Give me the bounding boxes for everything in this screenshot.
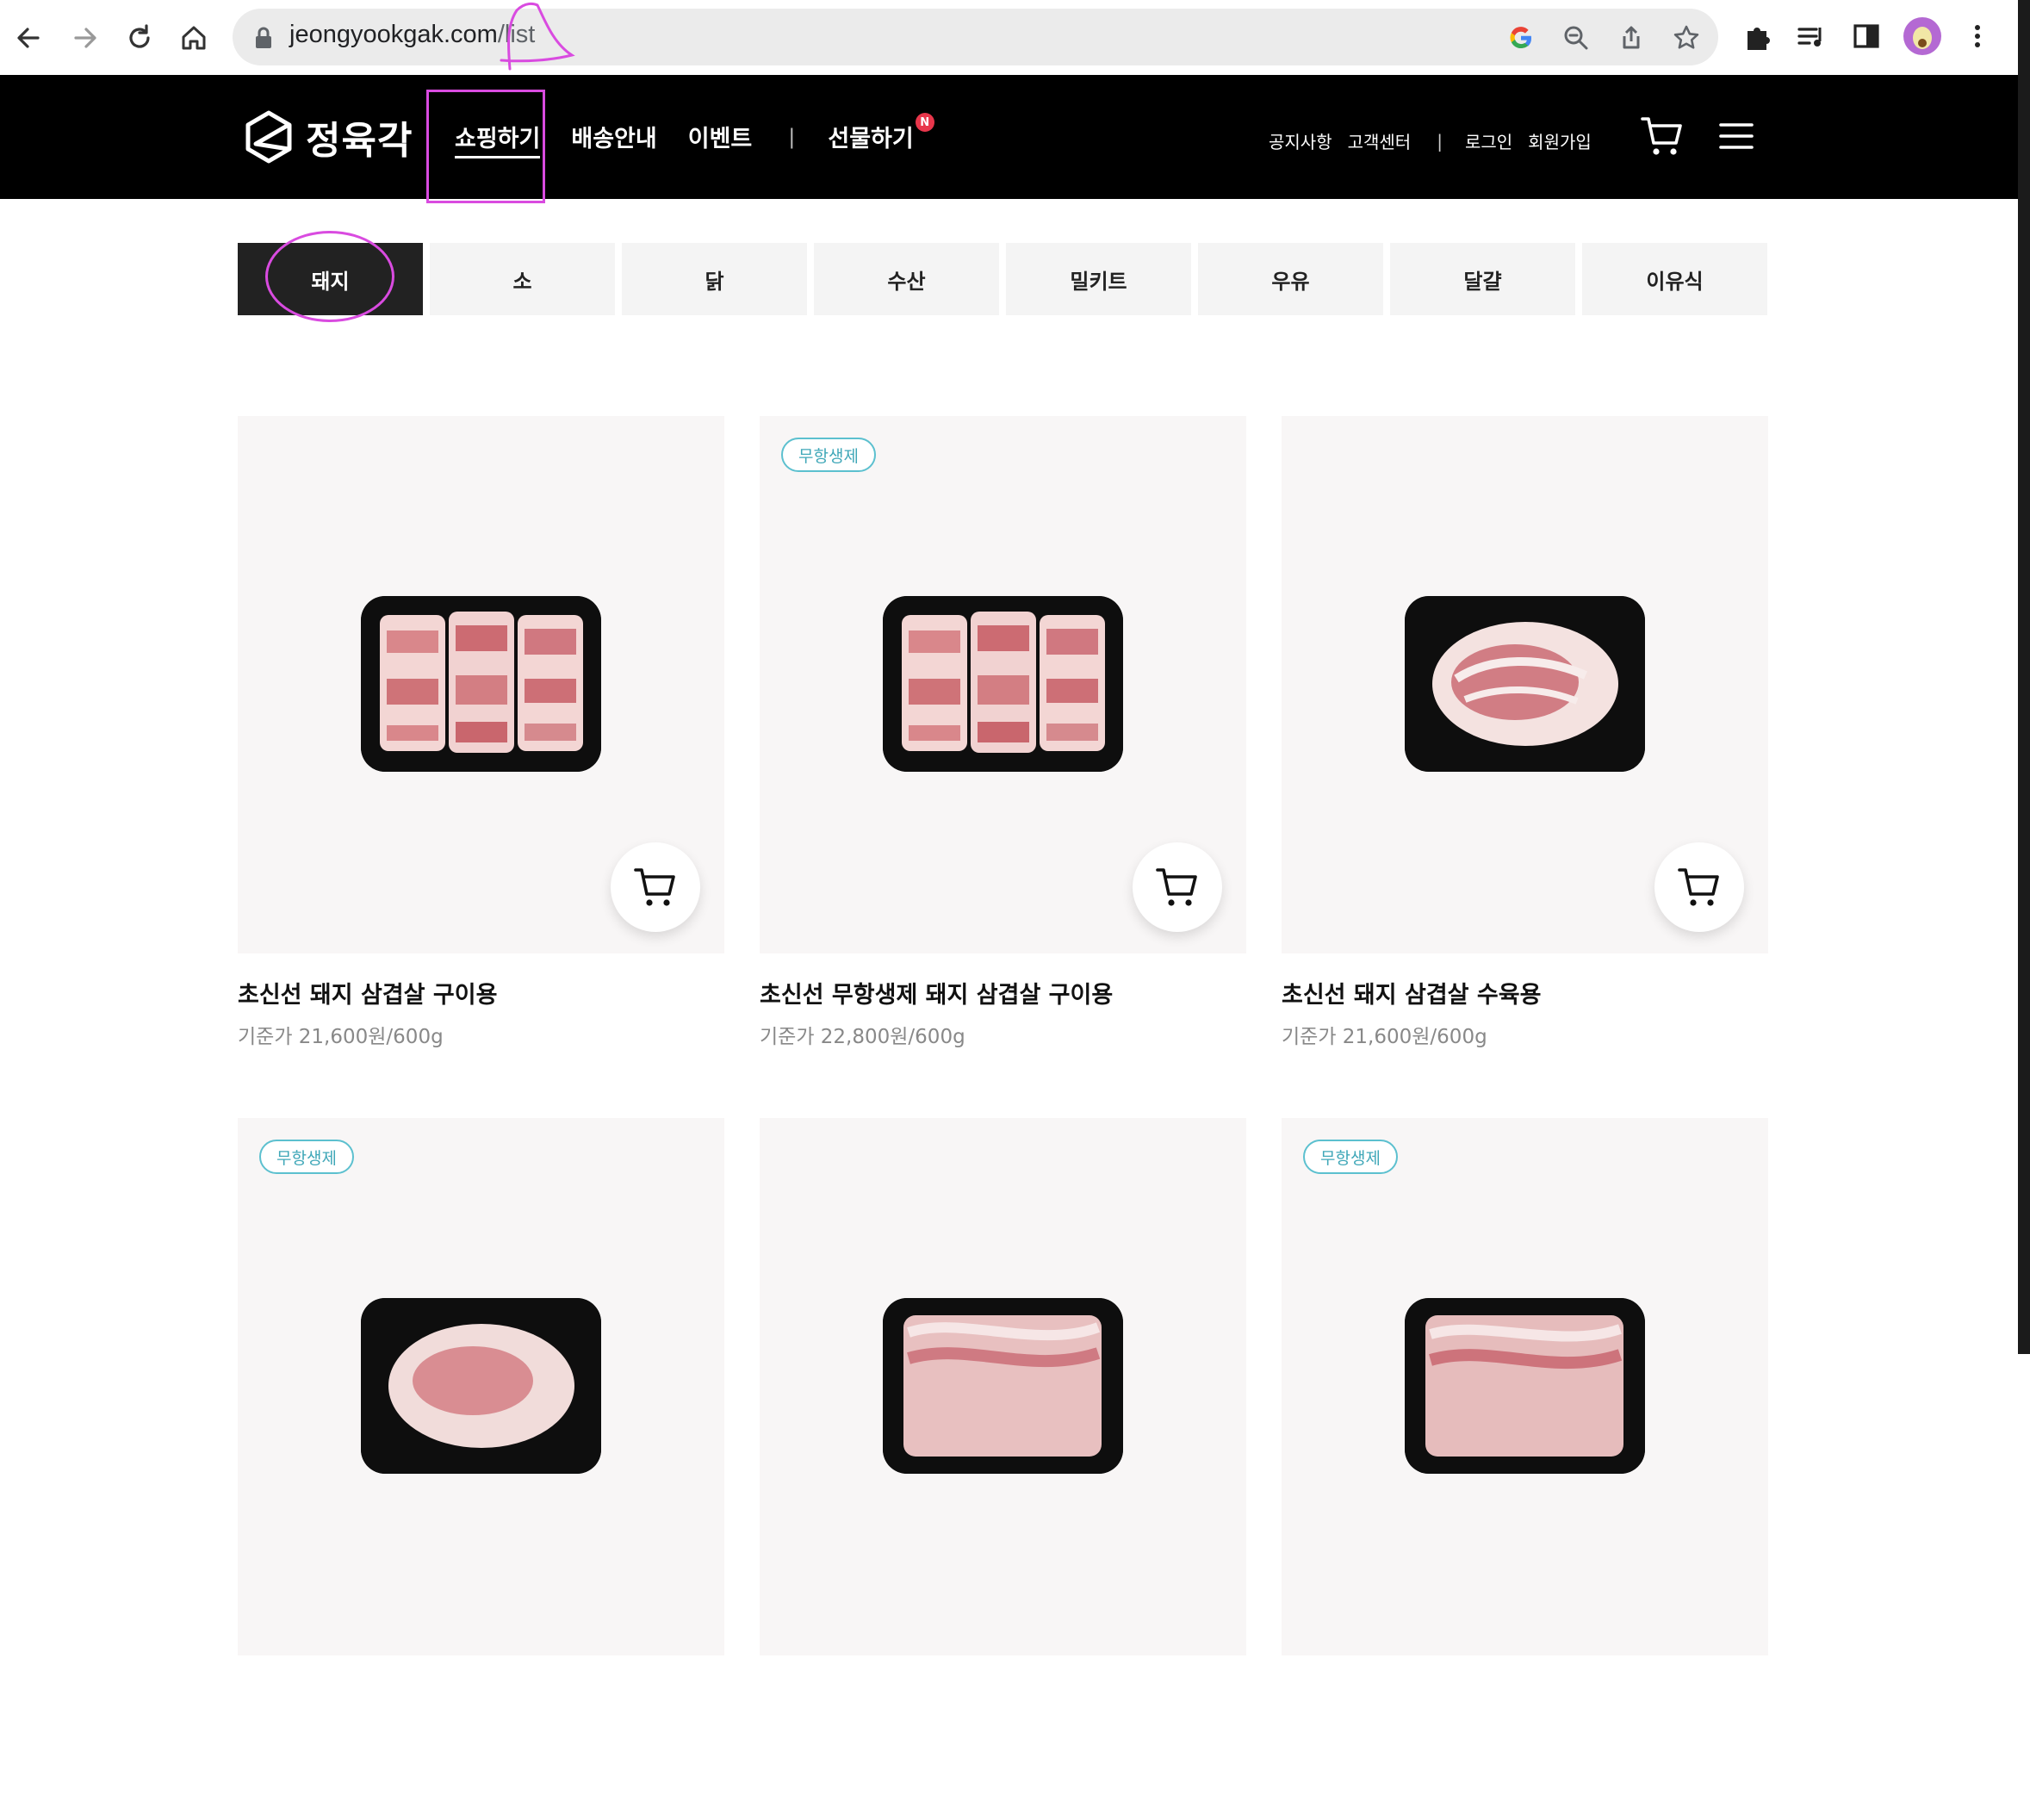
media-queue-icon[interactable] [1794,19,1828,53]
add-to-cart-button[interactable] [1133,842,1222,932]
pork-belly-tray-image [883,596,1123,772]
antibiotic-free-tag: 무항생제 [781,438,876,472]
pork-belly-tray-image [361,596,601,772]
antibiotic-free-tag: 무항생제 [259,1140,354,1174]
product-grid: 초신선 돼지 삼겹살 구이용 기준가 21,600원/600g 무항생제 초신선… [238,416,1769,1820]
product-name[interactable]: 초신선 무항생제 돼지 삼겹살 구이용 [760,976,1246,1009]
product-image[interactable]: 무항생제 [238,1118,724,1655]
tab-milk[interactable]: 우유 [1198,243,1383,315]
forward-arrow-icon[interactable] [65,19,103,57]
util-separator: | [1437,130,1443,152]
browser-toolbar: jeongyookgak.com/list [0,0,2018,76]
customer-center-link[interactable]: 고객센터 [1348,128,1412,153]
signup-link[interactable]: 회원가입 [1528,128,1592,153]
address-bar[interactable]: jeongyookgak.com/list [233,9,1718,65]
tab-beef[interactable]: 소 [430,243,615,315]
notice-link[interactable]: 공지사항 [1269,128,1332,153]
product-card[interactable]: 무항생제 [1282,1118,1768,1820]
google-icon[interactable] [1507,24,1535,52]
product-price: 기준가 22,800원/600g [760,1026,965,1048]
share-icon[interactable] [1617,24,1645,52]
tab-chicken[interactable]: 닭 [622,243,807,315]
pork-tray-image [1405,1298,1645,1474]
tab-mealkit[interactable]: 밀키트 [1006,243,1191,315]
add-to-cart-button[interactable] [1654,842,1744,932]
product-card[interactable]: 무항생제 초신선 무항생제 돼지 삼겹살 구이용 기준가 22,800원/600… [760,416,1246,1118]
home-icon[interactable] [175,19,213,57]
product-price: 기준가 21,600원/600g [238,1026,444,1048]
nav-gift-wrap: 선물하기 N [828,113,934,153]
zoom-icon[interactable] [1562,24,1590,52]
product-card[interactable]: 초신선 돼지 삼겹살 수육용 기준가 21,600원/600g [1282,416,1768,1118]
product-name[interactable]: 초신선 돼지 삼겹살 수육용 [1282,976,1768,1009]
url-host: jeongyookgak.com [289,21,498,48]
product-image[interactable]: 무항생제 [760,416,1246,953]
logo-mark-icon [245,110,292,164]
cart-icon [1156,868,1197,906]
product-card[interactable] [760,1118,1246,1820]
hamburger-menu-icon[interactable] [1719,121,1754,151]
profile-avatar[interactable] [1903,16,1942,56]
product-image[interactable] [760,1118,1246,1655]
product-image[interactable]: 무항생제 [1282,1118,1768,1655]
extensions-icon[interactable] [1741,19,1775,53]
reload-icon[interactable] [121,19,158,57]
annotation-ellipse [265,231,394,322]
nav-delivery[interactable]: 배송안내 [571,120,656,153]
utility-links: 공지사항 고객센터 | 로그인 회원가입 [1269,128,1607,153]
logo-text: 정육각 [306,119,413,163]
nav-gift[interactable]: 선물하기 [828,126,913,152]
pork-belly-block-tray-image [1405,596,1645,772]
bookmark-star-icon[interactable] [1673,24,1700,52]
product-price: 기준가 21,600원/600g [1282,1026,1487,1048]
product-name[interactable]: 초신선 돼지 삼겹살 구이용 [238,976,724,1009]
tab-eggs[interactable]: 달걀 [1390,243,1575,315]
product-image[interactable] [1282,416,1768,953]
more-menu-icon[interactable] [1960,19,1995,53]
annotation-rectangle [426,90,545,203]
side-panel-icon[interactable] [1849,19,1884,53]
cart-icon[interactable] [1640,114,1685,158]
antibiotic-free-tag: 무항생제 [1303,1140,1398,1174]
new-badge: N [915,113,934,132]
nav-event[interactable]: 이벤트 [688,120,753,153]
product-image[interactable] [238,416,724,953]
tab-seafood[interactable]: 수산 [814,243,999,315]
cart-icon [1678,868,1719,906]
back-arrow-icon[interactable] [10,19,48,57]
annotation-url-highlight [500,2,575,71]
product-card[interactable]: 초신선 돼지 삼겹살 구이용 기준가 21,600원/600g [238,416,724,1118]
pork-tray-image [883,1298,1123,1474]
category-tabs: 돼지 소 닭 수산 밀키트 우유 달걀 이유식 [238,243,1767,315]
cart-icon [634,868,675,906]
site-logo[interactable]: 정육각 [244,106,413,168]
product-card[interactable]: 무항생제 [238,1118,724,1820]
tab-baby-food[interactable]: 이유식 [1582,243,1767,315]
nav-separator: | [788,124,796,149]
site-header: 정육각 쇼핑하기 배송안내 이벤트 | 선물하기 N 공지사항 고객센터 | 로… [0,75,2018,199]
pork-tray-image [361,1298,601,1474]
login-link[interactable]: 로그인 [1465,128,1512,153]
lock-icon [256,27,271,48]
add-to-cart-button[interactable] [611,842,700,932]
window-edge [2018,0,2030,1354]
